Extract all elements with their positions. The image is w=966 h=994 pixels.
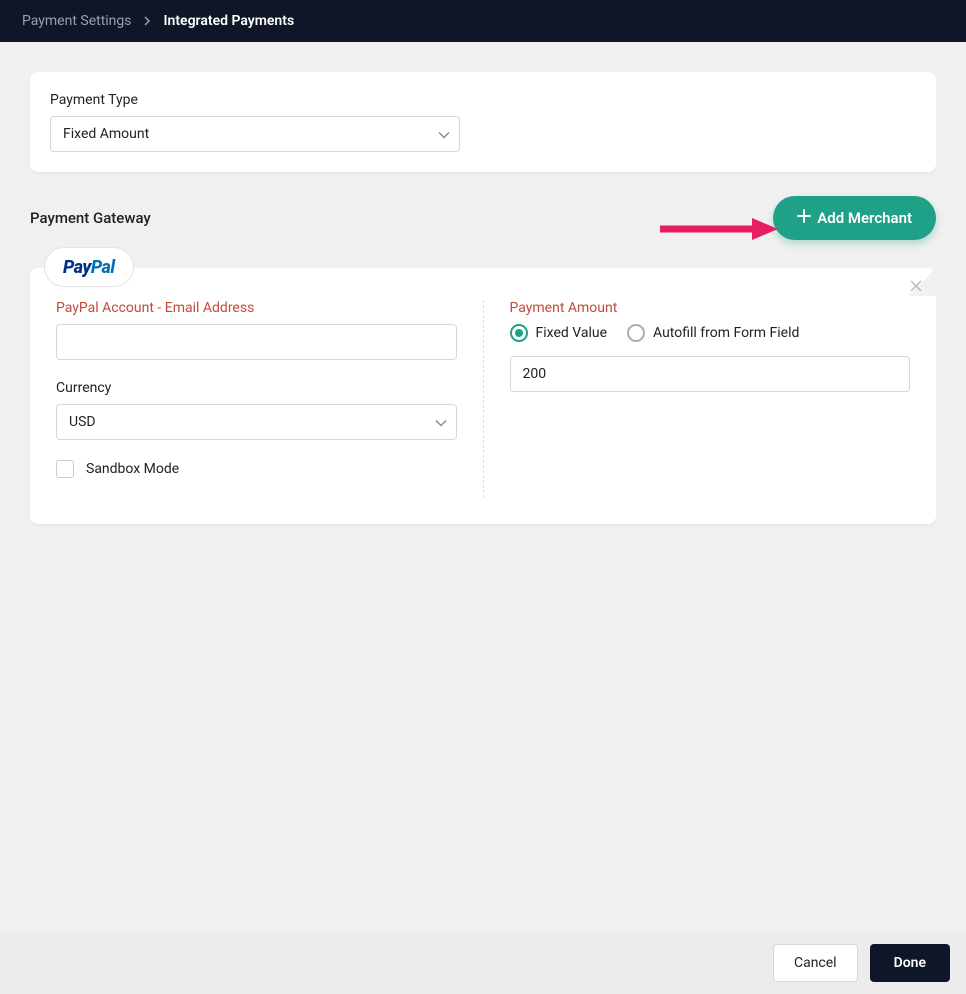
- breadcrumb: Payment Settings Integrated Payments: [0, 0, 966, 42]
- close-icon[interactable]: [906, 276, 926, 296]
- currency-label: Currency: [56, 380, 457, 396]
- footer-bar: Cancel Done: [0, 931, 966, 994]
- amount-radio-fixed[interactable]: [510, 324, 528, 342]
- payment-gateway-title: Payment Gateway: [30, 209, 151, 227]
- annotation-arrow-icon: [660, 217, 778, 245]
- amount-radio-autofill-label: Autofill from Form Field: [653, 325, 799, 341]
- done-button[interactable]: Done: [870, 944, 950, 982]
- gateway-card: PayPal PayPal Account - Email Address Cu…: [30, 268, 936, 524]
- provider-logo-a: Pay: [63, 257, 91, 278]
- cancel-button[interactable]: Cancel: [773, 944, 858, 982]
- currency-select[interactable]: USD: [56, 404, 457, 440]
- add-merchant-button[interactable]: Add Merchant: [773, 196, 936, 240]
- plus-icon: [797, 209, 811, 227]
- sandbox-checkbox[interactable]: [56, 460, 74, 478]
- breadcrumb-current: Integrated Payments: [164, 13, 295, 29]
- payment-type-label: Payment Type: [50, 92, 916, 108]
- paypal-email-label: PayPal Account - Email Address: [56, 300, 457, 316]
- payment-amount-input[interactable]: [510, 356, 911, 392]
- sandbox-label: Sandbox Mode: [86, 461, 179, 477]
- payment-type-value: Fixed Amount: [63, 126, 149, 142]
- amount-radio-fixed-label: Fixed Value: [536, 325, 608, 341]
- amount-radio-autofill[interactable]: [627, 324, 645, 342]
- currency-value: USD: [69, 414, 96, 430]
- payment-amount-label: Payment Amount: [510, 300, 911, 316]
- chevron-right-icon: [144, 16, 152, 26]
- provider-logo-b: Pal: [91, 257, 115, 278]
- payment-type-card: Payment Type Fixed Amount: [30, 72, 936, 172]
- payment-type-select[interactable]: Fixed Amount: [50, 116, 460, 152]
- breadcrumb-parent[interactable]: Payment Settings: [22, 13, 132, 29]
- paypal-tab[interactable]: PayPal: [44, 247, 134, 287]
- add-merchant-label: Add Merchant: [817, 209, 912, 227]
- paypal-email-input[interactable]: [56, 324, 457, 360]
